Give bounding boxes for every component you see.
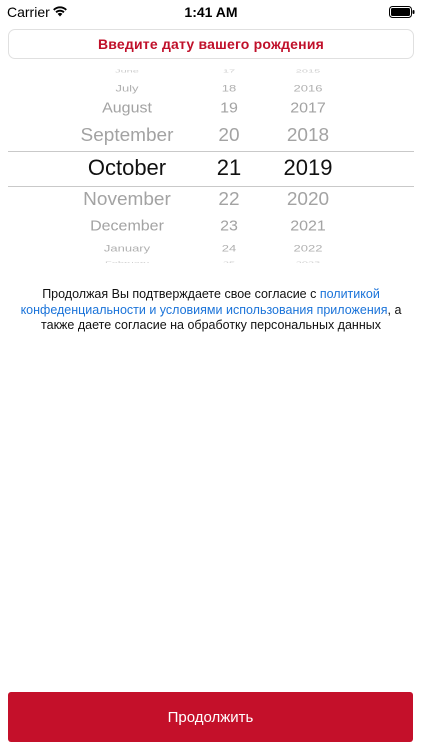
month-option[interactable]: July bbox=[62, 83, 192, 94]
date-picker[interactable]: June July August September October November De… bbox=[0, 63, 422, 263]
month-option[interactable]: February bbox=[62, 260, 192, 263]
title-card: Введите дату вашего рождения bbox=[8, 29, 414, 59]
month-option[interactable]: January bbox=[62, 243, 192, 254]
day-option[interactable]: 20 bbox=[198, 125, 260, 146]
year-option[interactable]: 2017 bbox=[266, 101, 350, 117]
month-option[interactable]: September bbox=[62, 125, 192, 146]
year-option[interactable]: 2015 bbox=[266, 68, 350, 73]
month-option[interactable]: August bbox=[62, 101, 192, 117]
day-option[interactable]: 22 bbox=[198, 189, 260, 210]
battery-icon bbox=[389, 6, 415, 18]
year-option[interactable]: 2022 bbox=[266, 243, 350, 254]
year-option[interactable]: 2023 bbox=[266, 260, 350, 263]
day-wheel[interactable]: 17 18 19 20 21 22 23 24 25 bbox=[198, 63, 260, 263]
clock: 1:41 AM bbox=[184, 4, 238, 20]
day-option[interactable]: 23 bbox=[198, 219, 260, 235]
year-option[interactable]: 2018 bbox=[266, 125, 350, 146]
day-option[interactable]: 17 bbox=[198, 68, 260, 73]
year-selected[interactable]: 2019 bbox=[266, 155, 350, 181]
day-option[interactable]: 24 bbox=[198, 243, 260, 254]
status-bar: Carrier 1:41 AM bbox=[0, 0, 422, 24]
month-selected[interactable]: October bbox=[62, 155, 192, 181]
consent-text: Продолжая Вы подтверждаете свое согласие… bbox=[12, 287, 410, 334]
month-option[interactable]: December bbox=[62, 219, 192, 235]
day-option[interactable]: 19 bbox=[198, 101, 260, 117]
month-option[interactable]: June bbox=[62, 68, 192, 73]
day-option[interactable]: 18 bbox=[198, 83, 260, 94]
year-option[interactable]: 2021 bbox=[266, 219, 350, 235]
month-option[interactable]: November bbox=[62, 189, 192, 210]
year-option[interactable]: 2016 bbox=[266, 83, 350, 94]
year-option[interactable]: 2020 bbox=[266, 189, 350, 210]
page-title: Введите дату вашего рождения bbox=[98, 36, 324, 52]
year-wheel[interactable]: 2015 2016 2017 2018 2019 2020 2021 2022 2023 bbox=[266, 63, 350, 263]
day-option[interactable]: 25 bbox=[198, 260, 260, 263]
consent-prefix: Продолжая Вы подтверждаете свое согласие… bbox=[42, 287, 320, 301]
continue-button[interactable]: Продолжить bbox=[8, 692, 413, 742]
day-selected[interactable]: 21 bbox=[198, 155, 260, 181]
month-wheel[interactable]: June July August September October November De… bbox=[62, 63, 192, 263]
